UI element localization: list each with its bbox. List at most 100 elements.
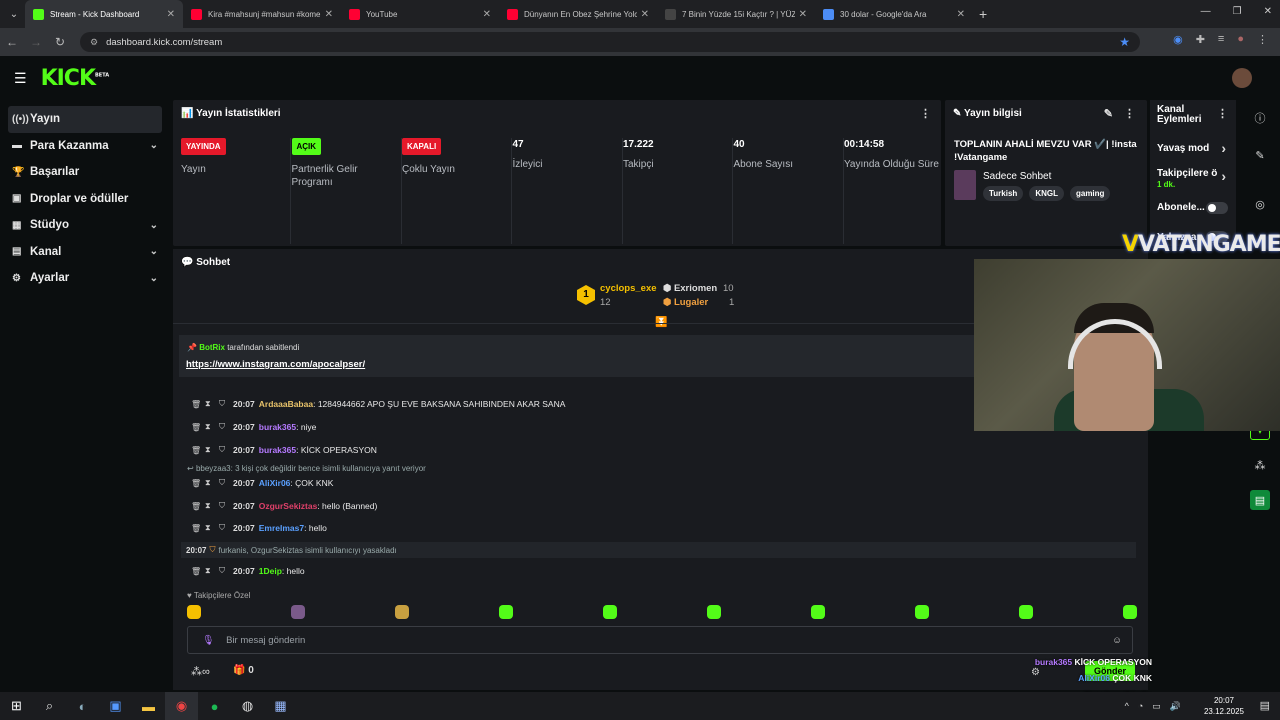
message-username[interactable]: AliXir06 <box>259 478 291 488</box>
ban-icon[interactable]: ⛉ <box>219 478 229 488</box>
message-username[interactable]: OzgurSekiztas <box>259 501 318 511</box>
delete-icon[interactable]: 🗑 <box>191 524 201 533</box>
browser-tab[interactable]: YouTube ✕ <box>341 0 499 28</box>
delete-icon[interactable]: 🗑 <box>191 502 201 511</box>
chat-message[interactable]: 🗑 ⧗ ⛉ 20:07 Emrelmas7: hello <box>191 523 327 533</box>
points-infinity-icon[interactable]: ⁂∞ <box>191 665 210 678</box>
sidebar-item[interactable]: ▤ Kanal ⌄ <box>8 239 162 266</box>
tab-close-icon[interactable]: ✕ <box>167 9 175 20</box>
sidebar-item[interactable]: ((•)) Yayın <box>8 106 162 133</box>
tab-search-icon[interactable]: ⌄ <box>3 3 25 25</box>
new-tab-icon[interactable]: + <box>979 6 987 22</box>
tab-close-icon[interactable]: ✕ <box>325 9 333 20</box>
delete-icon[interactable]: 🗑 <box>191 567 201 576</box>
reload-icon[interactable]: ↻ <box>48 35 72 49</box>
leader-2-name[interactable]: ⬢ Exriomen <box>663 283 717 294</box>
browser-tab[interactable]: Dünyanın En Obez Şehrine Yolc ✕ <box>499 0 657 28</box>
sidebar-item[interactable]: ▬ Para Kazanma ⌄ <box>8 133 162 160</box>
timeout-icon[interactable]: ⧗ <box>205 478 215 488</box>
notification-icon[interactable]: ▤ <box>1260 699 1270 712</box>
chat-message[interactable]: 🗑 ⧗ ⛉ 20:07 burak365: KİCK OPERASYON <box>191 445 377 455</box>
edit-info-icon[interactable]: ✎ <box>1104 107 1113 120</box>
browser-tab[interactable]: 30 dolar - Google'da Ara ✕ <box>815 0 973 28</box>
ban-icon[interactable]: ⛉ <box>219 501 229 511</box>
emote-icon[interactable] <box>187 605 201 619</box>
kick-logo[interactable]: KICKBETA <box>41 66 110 91</box>
chat-message[interactable]: 🗑 ⧗ ⛉ 20:07 burak365: niye <box>191 422 316 432</box>
calculator-icon[interactable]: ▦ <box>264 692 297 720</box>
volume-icon[interactable]: 🔊 <box>1170 701 1181 712</box>
network-icon[interactable]: ▭ <box>1152 701 1161 712</box>
chat-message[interactable]: 🗑 ⧗ ⛉ 20:07 1Deip: hello <box>191 566 305 576</box>
chat-message[interactable]: 🗑 ⧗ ⛉ 20:07 ArdaaaBabaa: 1284944662 APO ŞU E… <box>191 399 565 409</box>
followers-mode-chevron-icon[interactable]: › <box>1221 168 1226 184</box>
pencil-icon[interactable]: ✎ <box>1250 145 1270 165</box>
stream-tag[interactable]: Turkish <box>983 186 1024 201</box>
delete-icon[interactable]: 🗑 <box>191 479 201 488</box>
message-username[interactable]: burak365 <box>259 445 296 455</box>
media-icon[interactable]: ≡ <box>1218 33 1224 46</box>
timeout-icon[interactable]: ⧗ <box>205 399 215 409</box>
wifi-icon[interactable]: ◔ <box>1138 701 1143 711</box>
forward-icon[interactable]: → <box>24 35 48 49</box>
camera-icon[interactable]: ◎ <box>1250 194 1270 214</box>
windows-start-icon[interactable]: ⊞ <box>0 692 33 720</box>
channel-actions-more-icon[interactable]: ⋮ <box>1217 107 1228 120</box>
minimize-icon[interactable]: — <box>1201 6 1211 17</box>
tab-close-icon[interactable]: ✕ <box>641 9 649 20</box>
store-icon[interactable]: ▣ <box>99 692 132 720</box>
tab-close-icon[interactable]: ✕ <box>957 9 965 20</box>
message-username[interactable]: ArdaaaBabaa <box>259 399 313 409</box>
pinned-link[interactable]: https://www.instagram.com/apocalpser/ <box>186 359 365 370</box>
stream-tag[interactable]: gaming <box>1069 186 1111 201</box>
timeout-icon[interactable]: ⧗ <box>205 566 215 576</box>
ban-icon[interactable]: ⛉ <box>219 566 229 576</box>
stats-more-icon[interactable]: ⋮ <box>920 107 931 120</box>
close-window-icon[interactable]: ✕ <box>1264 6 1272 17</box>
emoji-icon[interactable]: ☺ <box>1112 635 1122 646</box>
leader-1-name[interactable]: cyclops_exe <box>600 283 657 294</box>
emote-icon[interactable] <box>707 605 721 619</box>
ban-icon[interactable]: ⛉ <box>219 523 229 533</box>
file-explorer-icon[interactable]: ▬ <box>132 692 165 720</box>
browser-tab[interactable]: Stream - Kick Dashboard ✕ <box>25 0 183 28</box>
emote-icon[interactable] <box>915 605 929 619</box>
sidebar-item[interactable]: ⚙ Ayarlar ⌄ <box>8 265 162 292</box>
timeout-icon[interactable]: ⧗ <box>205 445 215 455</box>
ban-icon[interactable]: ⛉ <box>219 422 229 432</box>
browser-tab[interactable]: Kira #mahsunj #mahsun #kome ✕ <box>183 0 341 28</box>
chevron-down-icon[interactable]: ⌄ <box>150 246 158 257</box>
chest-points[interactable]: 🎁 0 <box>233 665 254 676</box>
delete-icon[interactable]: 🗑 <box>191 446 201 455</box>
slow-mode-chevron-icon[interactable]: › <box>1221 140 1226 156</box>
emote-icon[interactable] <box>811 605 825 619</box>
chat-settings-icon[interactable]: ⚙ <box>1031 667 1040 678</box>
emote-icon[interactable] <box>291 605 305 619</box>
timeout-icon[interactable]: ⧗ <box>205 422 215 432</box>
chat-input[interactable]: 🎙 Bir mesaj gönderin ☺ <box>187 626 1133 654</box>
message-username[interactable]: burak365 <box>259 422 296 432</box>
delete-icon[interactable]: 🗑 <box>191 400 201 409</box>
puzzle-icon[interactable]: ✚ <box>1196 33 1205 46</box>
tray-chevron-icon[interactable]: ^ <box>1125 701 1129 711</box>
chevron-down-icon[interactable]: ⌄ <box>150 220 158 231</box>
leader-3-name[interactable]: ⬢ Lugaler <box>663 297 708 308</box>
info-more-icon[interactable]: ⋮ <box>1124 107 1135 120</box>
emote-icon[interactable] <box>603 605 617 619</box>
delete-icon[interactable]: 🗑 <box>191 423 201 432</box>
user-avatar[interactable] <box>1232 68 1252 88</box>
profile-icon[interactable]: ● <box>1237 33 1244 46</box>
emote-icon[interactable] <box>395 605 409 619</box>
address-bar[interactable]: ⚙ dashboard.kick.com/stream ★ <box>80 32 1140 52</box>
sidebar-item[interactable]: ▣ Droplar ve ödüller <box>8 186 162 213</box>
taskbar-clock[interactable]: 20:07 23.12.2025 <box>1204 695 1244 717</box>
chat-message[interactable]: 🗑 ⧗ ⛉ 20:07 AliXir06: ÇOK KNK <box>191 478 333 488</box>
extension-icon[interactable]: ◉ <box>1173 33 1183 46</box>
timeout-icon[interactable]: ⧗ <box>205 523 215 533</box>
emote-icon[interactable] <box>1123 605 1137 619</box>
stream-tag[interactable]: KNGL <box>1029 186 1064 201</box>
ban-icon[interactable]: ⛉ <box>219 399 229 409</box>
hamburger-menu-icon[interactable]: ☰ <box>14 70 27 87</box>
spotify-icon[interactable]: ● <box>198 692 231 720</box>
sidebar-item[interactable]: 🏆 Başarılar <box>8 159 162 186</box>
